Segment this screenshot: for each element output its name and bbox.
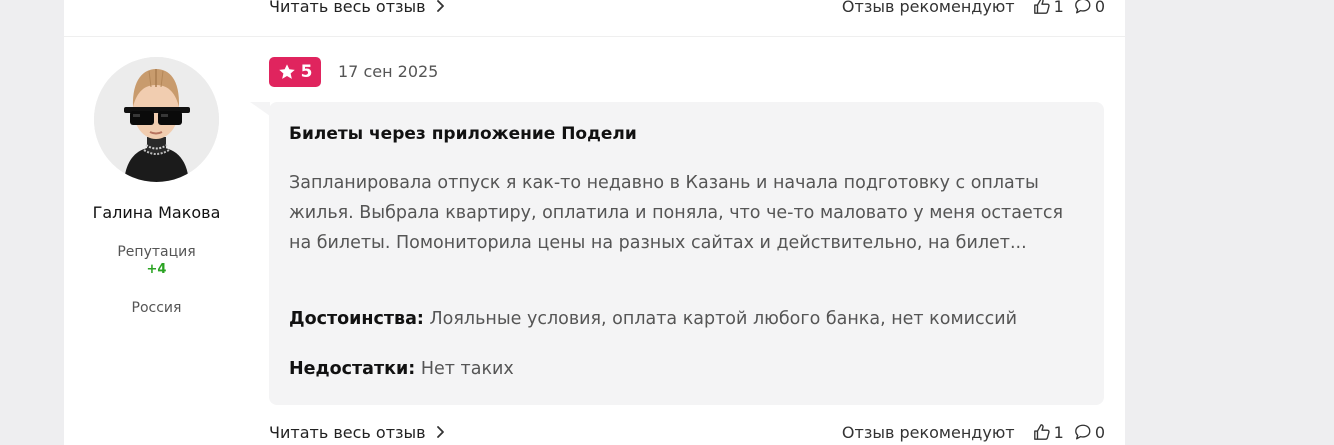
avatar-image: [94, 57, 219, 182]
pros-label: Достоинства:: [289, 309, 424, 329]
chevron-right-icon: [436, 426, 444, 438]
like-button[interactable]: 1: [1033, 423, 1064, 442]
thumbs-up-icon: [1033, 424, 1050, 440]
comments-button[interactable]: 0: [1074, 423, 1105, 442]
review-bubble[interactable]: Билеты через приложение Подели Запланиро…: [269, 102, 1104, 405]
like-button[interactable]: 1: [1033, 0, 1064, 16]
recommend-label: Отзыв рекомендуют: [841, 0, 1015, 16]
author-country: Россия: [131, 300, 182, 316]
read-full-review-link[interactable]: Читать весь отзыв: [269, 423, 445, 442]
reputation-label: Репутация: [117, 244, 196, 260]
review-date: 17 сен 2025: [338, 62, 439, 81]
comments-button[interactable]: 0: [1074, 0, 1105, 16]
rating-badge: 5: [269, 57, 321, 87]
chevron-right-icon: [436, 0, 444, 12]
review-cons: Недостатки: Нет таких: [289, 359, 514, 379]
avatar[interactable]: [94, 57, 219, 182]
thumbs-up-icon: [1033, 0, 1050, 14]
comment-icon: [1074, 424, 1091, 440]
read-more-label: Читать весь отзыв: [269, 422, 426, 442]
read-full-review-link[interactable]: Читать весь отзыв: [269, 0, 445, 16]
cons-text: Нет таких: [420, 359, 514, 379]
rating-value: 5: [300, 62, 313, 82]
like-count: 1: [1053, 422, 1064, 442]
review-pros: Достоинства: Лояльные условия, оплата ка…: [289, 309, 1017, 329]
comment-count: 0: [1094, 0, 1105, 16]
star-icon: [278, 64, 295, 79]
reputation-value: +4: [146, 262, 167, 277]
author-name[interactable]: Галина Макова: [64, 203, 249, 222]
review-card-area: Читать весь отзыв Отзыв рекомендуют 1 0: [64, 0, 1125, 445]
review-divider: [64, 36, 1125, 37]
read-more-label: Читать весь отзыв: [269, 0, 426, 16]
cons-label: Недостатки:: [289, 359, 416, 379]
like-count: 1: [1053, 0, 1064, 16]
pros-text: Лояльные условия, оплата картой любого б…: [429, 309, 1018, 329]
previous-review-footer: Читать весь отзыв Отзыв рекомендуют 1 0: [269, 0, 1105, 18]
review-footer: Читать весь отзыв Отзыв рекомендуют 1 0: [269, 420, 1105, 444]
review-actions: Отзыв рекомендуют 1 0: [842, 0, 1105, 16]
comment-icon: [1074, 0, 1091, 14]
recommend-label: Отзыв рекомендуют: [841, 422, 1015, 442]
review-actions: Отзыв рекомендуют 1 0: [842, 423, 1105, 442]
review-text: Запланировала отпуск я как-то недавно в …: [289, 173, 1064, 253]
review-title[interactable]: Билеты через приложение Подели: [289, 124, 637, 144]
comment-count: 0: [1094, 422, 1105, 442]
bubble-tail: [250, 102, 270, 116]
